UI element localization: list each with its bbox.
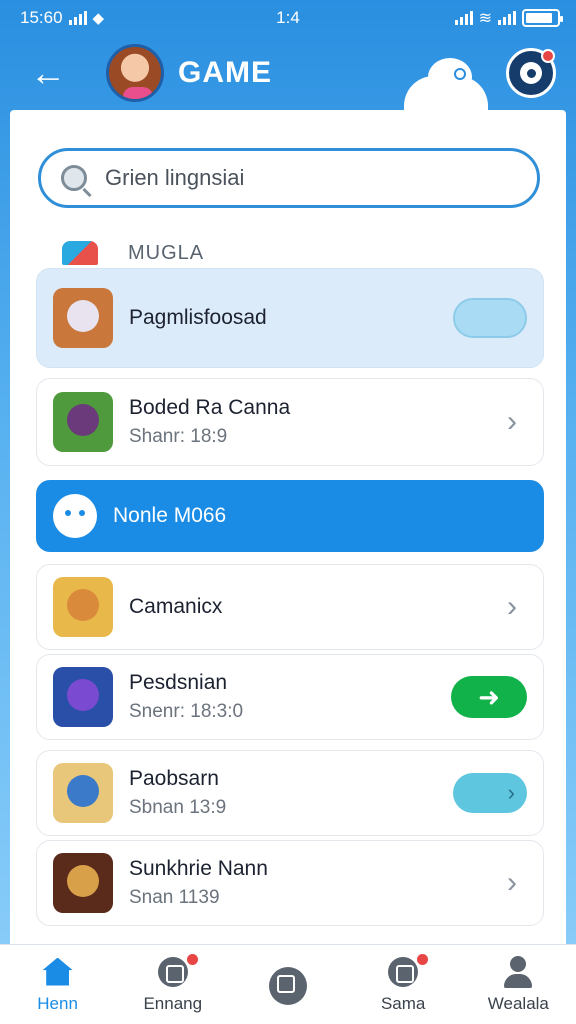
- nav-item-center[interactable]: [233, 966, 343, 1005]
- game-icon: [53, 763, 113, 823]
- signal-icon-right: [454, 11, 473, 25]
- game-badge-icon: [157, 956, 189, 988]
- nav-label: Henn: [37, 993, 78, 1013]
- cloud-mascot-icon: [404, 58, 488, 110]
- notification-dot: [186, 953, 198, 965]
- list-item-title: Sunkhrie Nann: [129, 857, 268, 880]
- person-icon: [502, 955, 534, 988]
- list-item-title: Nonle M066: [113, 504, 227, 527]
- list-item[interactable]: Paobsarn Sbnan 13:9 ›: [36, 750, 544, 836]
- list-item-title: Pagmlisfoosad: [129, 306, 267, 329]
- list-item[interactable]: Sunkhrie Nann Snan 1139 ›: [36, 840, 544, 926]
- toggle-switch[interactable]: ›: [453, 773, 527, 813]
- list-item-selected[interactable]: Nonle M066: [36, 480, 544, 552]
- game-icon: [53, 288, 113, 348]
- game-icon: [53, 853, 113, 913]
- list-item-subtitle: Sbnan 13:9: [129, 797, 227, 818]
- list-item-title: Camanicx: [129, 595, 223, 618]
- page-title: GAME: [178, 56, 272, 89]
- toggle-switch[interactable]: [453, 298, 527, 338]
- list-item-subtitle: Snenr: 18:3:0: [129, 701, 244, 722]
- arrow-left-icon: ←: [30, 52, 66, 93]
- list-item-text: Paobsarn Sbnan 13:9: [129, 767, 453, 819]
- list-item-text: Camanicx: [129, 595, 497, 619]
- search-input[interactable]: Grien lingnsiai: [38, 148, 540, 208]
- game-icon: [53, 667, 113, 727]
- nav-item-sama[interactable]: Sama: [348, 953, 458, 1014]
- status-bar: 15:60 ◆ 1:4 ≋: [0, 0, 576, 36]
- status-time: 15:60: [20, 8, 63, 27]
- status-left: 15:60 ◆: [20, 8, 104, 28]
- nav-label: Ennang: [143, 993, 203, 1013]
- eye-icon: [520, 62, 542, 84]
- list-item[interactable]: Pagmlisfoosad: [36, 268, 544, 368]
- list-item-subtitle: Snan 1139: [129, 887, 220, 908]
- list-item[interactable]: Boded Ra Canna Shanr: 18:9 ›: [36, 378, 544, 466]
- signal-icon-secondary: [498, 11, 516, 25]
- list-item-title: Boded Ra Canna: [129, 396, 291, 419]
- ghost-icon: [53, 494, 97, 538]
- game-icon: [53, 577, 113, 637]
- battery-icon: [522, 9, 563, 27]
- list-item-text: Sunkhrie Nann Snan 1139: [129, 857, 497, 909]
- signal-icon: [68, 11, 87, 25]
- nav-item-profile[interactable]: Wealala: [463, 955, 573, 1014]
- section-header: MUGLA: [62, 238, 204, 268]
- chevron-right-icon[interactable]: ›: [497, 866, 527, 899]
- nav-item-ennang[interactable]: Ennang: [118, 953, 228, 1014]
- list-item[interactable]: Camanicx ›: [36, 564, 544, 650]
- list-item-subtitle: Shanr: 18:9: [129, 426, 228, 447]
- arrow-right-icon: ➜: [478, 681, 500, 712]
- game-icon: [53, 392, 113, 452]
- list-item-text: Pagmlisfoosad: [129, 306, 453, 330]
- list-item-title: Pesdsnian: [129, 671, 228, 694]
- chevron-right-icon[interactable]: ›: [497, 405, 527, 438]
- list-item-text: Boded Ra Canna Shanr: 18:9: [129, 396, 497, 448]
- center-square-icon: [268, 966, 307, 1005]
- section-icon: [62, 241, 98, 265]
- app-header: ← GAME: [0, 36, 576, 110]
- search-text: Grien lingnsiai: [105, 165, 245, 190]
- wifi-icon: ≋: [478, 10, 492, 27]
- section-label: MUGLA: [128, 241, 205, 264]
- list-item[interactable]: Pesdsnian Snenr: 18:3:0 ➜: [36, 654, 544, 740]
- play-button[interactable]: ➜: [451, 676, 527, 718]
- search-icon: [61, 165, 87, 191]
- location-icon: ◆: [92, 10, 105, 27]
- nav-label: Wealala: [487, 993, 549, 1013]
- avatar[interactable]: [106, 44, 164, 102]
- profile-button[interactable]: [506, 48, 556, 98]
- list-item-text: Nonle M066: [113, 504, 527, 528]
- list-item-text: Pesdsnian Snenr: 18:3:0: [129, 671, 451, 723]
- status-right: ≋: [454, 8, 563, 28]
- chevron-right-icon[interactable]: ›: [497, 590, 527, 623]
- record-icon: [387, 956, 419, 988]
- nav-label: Sama: [380, 993, 426, 1013]
- chevron-right-icon: ›: [507, 780, 515, 805]
- back-button[interactable]: ←: [20, 45, 76, 101]
- bottom-nav: Henn Ennang Sama Wealala: [0, 944, 576, 1024]
- notification-badge: [541, 49, 555, 63]
- notification-dot: [417, 953, 429, 965]
- main-card: Grien lingnsiai MUGLA Pagmlisfoosad Bode…: [10, 110, 566, 944]
- list-item-title: Paobsarn: [129, 767, 219, 790]
- nav-item-home[interactable]: Henn: [3, 956, 113, 1014]
- home-icon: [42, 956, 74, 988]
